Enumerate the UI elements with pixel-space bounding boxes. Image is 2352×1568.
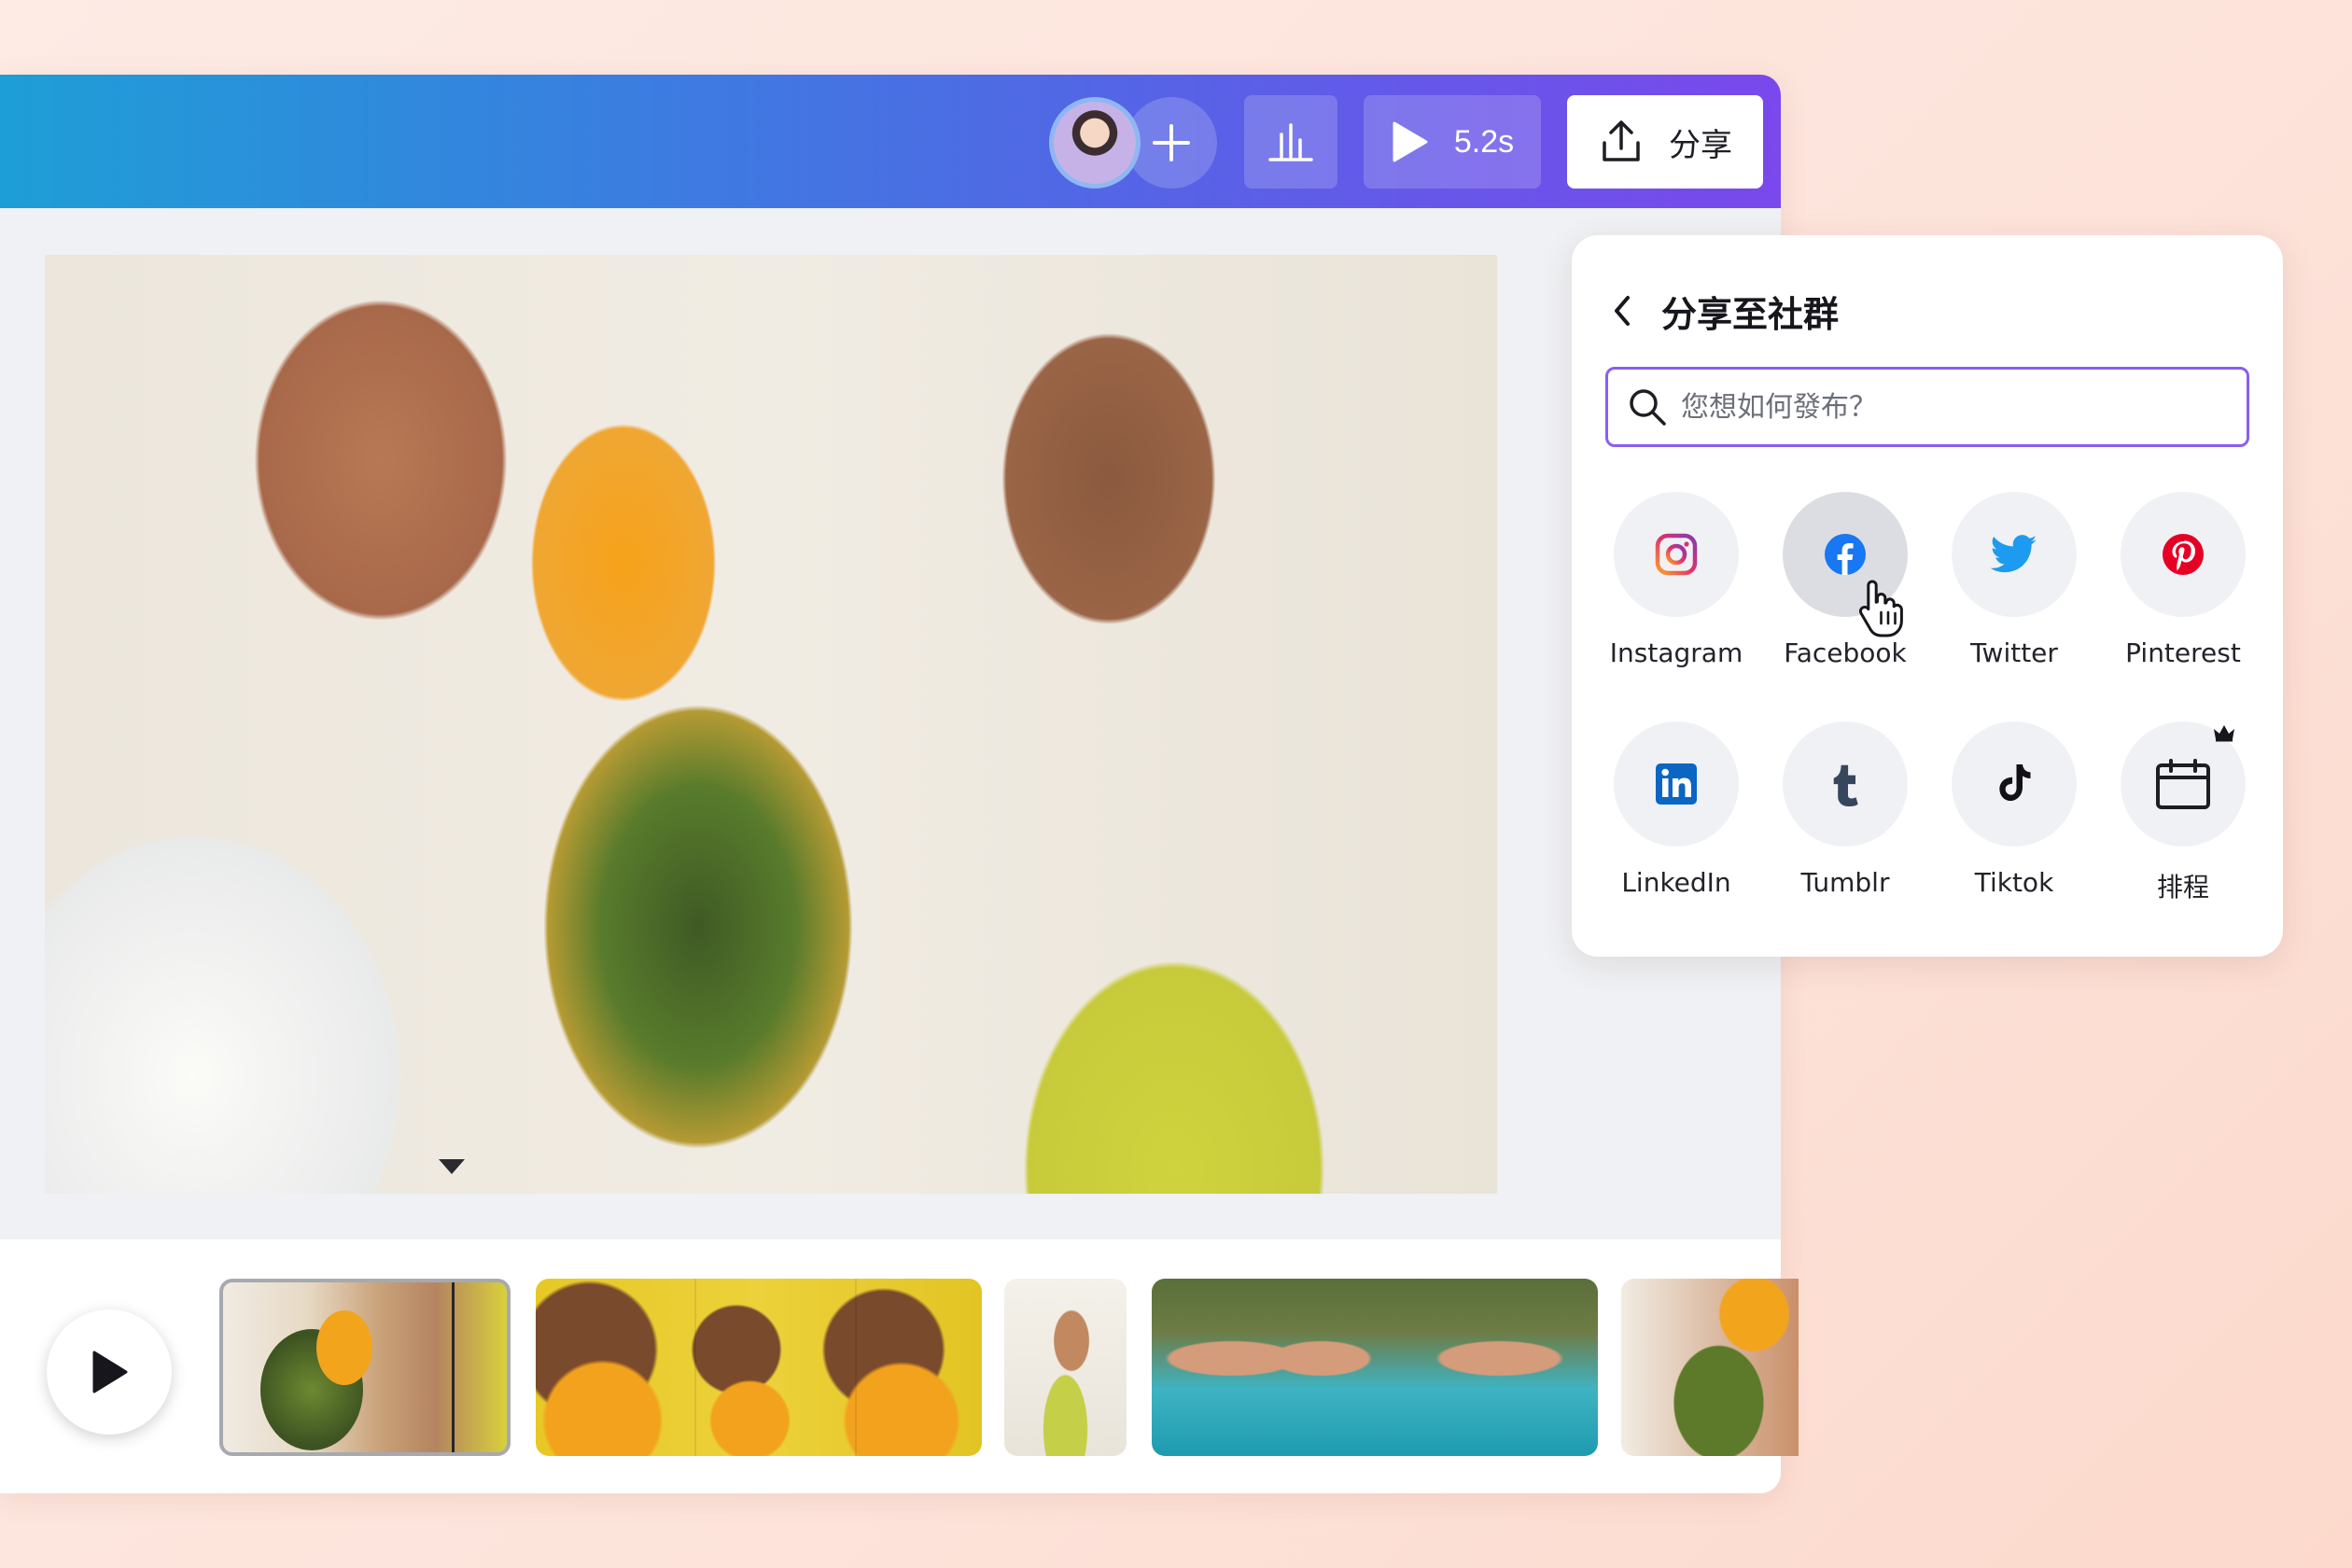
share-option-label: Tiktok	[1974, 867, 2054, 898]
preview-play-button[interactable]: 5.2s	[1364, 95, 1541, 189]
twitter-button[interactable]	[1952, 492, 2077, 617]
timeline-clip-1[interactable]	[219, 1279, 511, 1456]
collaborator-avatar[interactable]	[1049, 97, 1141, 189]
timeline-clip-2[interactable]	[536, 1279, 982, 1456]
timeline-clip-5[interactable]	[1621, 1279, 1799, 1456]
panel-title: 分享至社群	[1661, 294, 1840, 335]
share-option-label: Pinterest	[2125, 637, 2241, 668]
share-option-label: Instagram	[1609, 637, 1743, 668]
linkedin-button[interactable]	[1614, 721, 1739, 847]
share-option-label: 排程	[2156, 872, 2209, 903]
schedule-button[interactable]	[2121, 721, 2246, 847]
publish-search-field[interactable]	[1605, 367, 2249, 447]
pinterest-button[interactable]	[2121, 492, 2246, 617]
tumblr-icon	[1833, 764, 1858, 806]
play-icon	[1393, 121, 1428, 162]
playhead-marker[interactable]	[439, 1159, 465, 1174]
linkedin-icon	[1656, 763, 1697, 805]
timeline-clip-3[interactable]	[1004, 1279, 1127, 1456]
play-icon	[92, 1351, 128, 1393]
crown-icon	[2214, 725, 2234, 742]
share-option-linkedin[interactable]: LinkedIn	[1592, 721, 1760, 898]
share-label: 分享	[1669, 126, 1732, 164]
search-icon	[1627, 386, 1668, 427]
share-option-instagram[interactable]: Instagram	[1592, 492, 1760, 668]
share-button[interactable]: 分享	[1567, 95, 1763, 189]
top-toolbar: 5.2s 分享	[0, 75, 1781, 208]
share-option-label: Facebook	[1784, 637, 1907, 668]
hand-pointer-cursor-icon	[1858, 580, 1903, 637]
share-option-schedule[interactable]: 排程	[2099, 721, 2267, 904]
share-option-label: Twitter	[1970, 637, 2058, 668]
share-option-pinterest[interactable]: Pinterest	[2099, 492, 2267, 668]
share-option-tumblr[interactable]: Tumblr	[1761, 721, 1929, 898]
facebook-icon	[1825, 534, 1866, 575]
duration-label: 5.2s	[1453, 123, 1515, 160]
chevron-left-icon	[1615, 296, 1630, 326]
playhead-line	[452, 1282, 455, 1452]
share-option-label: LinkedIn	[1621, 867, 1731, 898]
insights-button[interactable]	[1244, 95, 1337, 189]
tiktok-icon	[1999, 764, 2031, 802]
share-option-label: Tumblr	[1800, 867, 1890, 898]
tiktok-button[interactable]	[1952, 721, 2077, 847]
calendar-icon	[2156, 759, 2210, 809]
bar-chart-icon	[1268, 123, 1313, 161]
twitter-icon	[1991, 535, 2037, 573]
timeline-play-button[interactable]	[47, 1309, 172, 1435]
share-option-tiktok[interactable]: Tiktok	[1930, 721, 2098, 898]
back-button[interactable]	[1605, 289, 1639, 332]
design-canvas-photo[interactable]	[45, 255, 1497, 1194]
pinterest-icon	[2163, 534, 2204, 575]
plus-icon	[1153, 124, 1190, 161]
timeline-clip-4[interactable]	[1152, 1279, 1598, 1456]
instagram-button[interactable]	[1614, 492, 1739, 617]
share-option-twitter[interactable]: Twitter	[1930, 492, 2098, 668]
clip-thumbnail-papaya	[316, 1310, 372, 1385]
upload-icon	[1603, 120, 1640, 161]
share-to-social-panel: 分享至社群 Instagram Facebook	[1572, 235, 2283, 957]
tumblr-button[interactable]	[1783, 721, 1908, 847]
search-input[interactable]	[1681, 390, 2204, 424]
instagram-icon	[1655, 533, 1698, 576]
